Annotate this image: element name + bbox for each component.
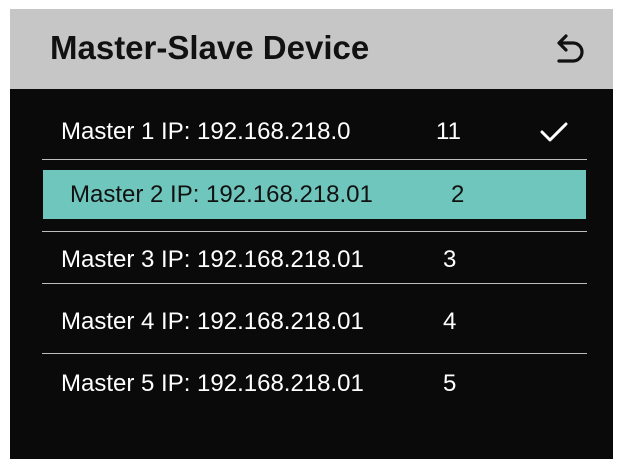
device-row-master-5[interactable]: Master 5 IP: 192.168.218.01 5 (42, 356, 587, 412)
device-row-master-4[interactable]: Master 4 IP: 192.168.218.01 4 (42, 294, 587, 350)
device-label: Master 3 IP: 192.168.218.01 (61, 246, 364, 273)
row-divider (42, 159, 587, 160)
device-number: 2 (451, 180, 465, 208)
device-label: Master 2 IP: 192.168.218.01 (70, 180, 373, 208)
device-number: 4 (443, 308, 457, 335)
device-row-master-2[interactable]: Master 2 IP: 192.168.218.01 2 (43, 170, 586, 219)
device-number: 11 (436, 118, 461, 145)
device-label: Master 5 IP: 192.168.218.01 (61, 370, 364, 397)
back-arrow-icon[interactable] (548, 29, 592, 69)
device-number: 5 (443, 370, 457, 397)
device-label: Master 4 IP: 192.168.218.01 (61, 308, 364, 335)
device-number: 3 (443, 246, 457, 273)
checkmark-icon (540, 122, 568, 142)
page-title: Master-Slave Device (50, 29, 370, 66)
row-divider (42, 353, 587, 354)
header-bar: Master-Slave Device (10, 9, 613, 89)
device-row-master-3[interactable]: Master 3 IP: 192.168.218.01 3 (42, 232, 587, 288)
row-divider (42, 283, 587, 284)
device-row-master-1[interactable]: Master 1 IP: 192.168.218.0 11 (42, 104, 587, 160)
device-label: Master 1 IP: 192.168.218.0 (61, 118, 351, 145)
device-screen: Master-Slave Device Master 1 IP: 192.168… (10, 9, 613, 459)
